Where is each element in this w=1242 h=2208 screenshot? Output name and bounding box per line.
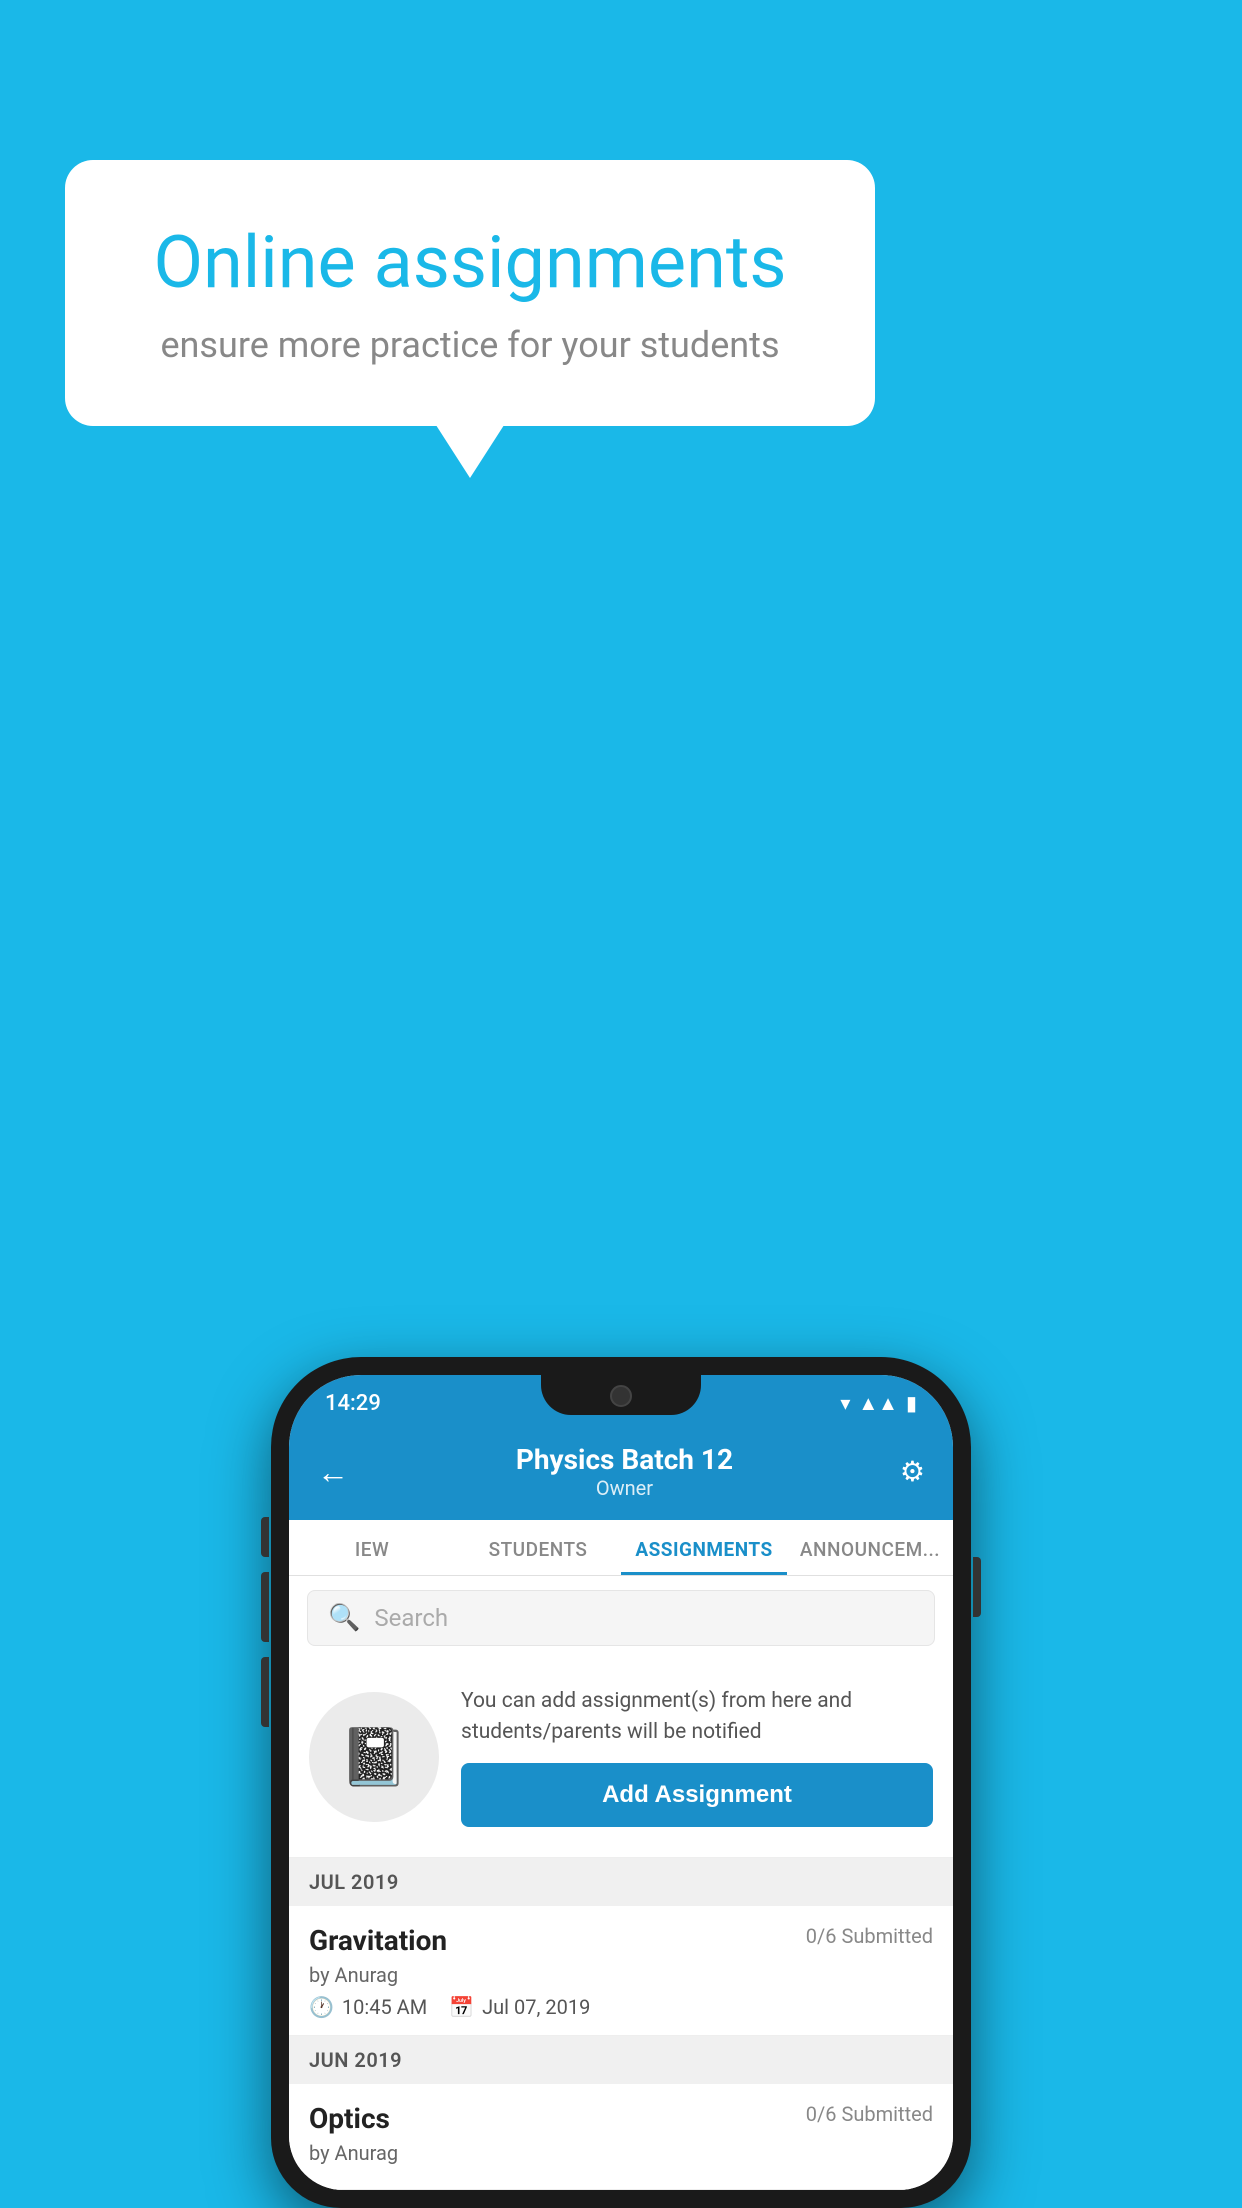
header-title: Physics Batch 12	[516, 1443, 733, 1476]
phone-notch	[541, 1375, 701, 1415]
assignment-icon-circle: 📓	[309, 1692, 439, 1822]
search-bar[interactable]: 🔍 Search	[307, 1590, 935, 1646]
assignment-meta-gravitation: 🕐 10:45 AM 📅 Jul 07, 2019	[309, 1995, 933, 2019]
signal-icon: ▲▲	[858, 1391, 898, 1416]
phone-mockup: 14:29 ▾ ▲▲ ▮ ← Physics Batch 12 Owner ⚙ …	[271, 1357, 971, 2208]
volume-up-button	[261, 1517, 269, 1557]
tab-overview[interactable]: IEW	[289, 1520, 455, 1575]
silent-button	[261, 1657, 269, 1727]
search-container: 🔍 Search	[289, 1576, 953, 1660]
phone-outer: 14:29 ▾ ▲▲ ▮ ← Physics Batch 12 Owner ⚙ …	[271, 1357, 971, 2208]
assignment-date-value: Jul 07, 2019	[482, 1995, 590, 2019]
assignment-time-value: 10:45 AM	[342, 1995, 427, 2019]
status-icons: ▾ ▲▲ ▮	[840, 1391, 917, 1416]
assignment-by-gravitation: by Anurag	[309, 1963, 933, 1987]
back-button[interactable]: ←	[317, 1453, 349, 1491]
front-camera	[610, 1385, 632, 1407]
assignment-submitted-optics: 0/6 Submitted	[806, 2102, 933, 2126]
volume-down-button	[261, 1572, 269, 1642]
assignment-row-top-optics: Optics 0/6 Submitted	[309, 2102, 933, 2135]
bubble-subtitle: ensure more practice for your students	[135, 324, 805, 366]
assignment-name-optics: Optics	[309, 2102, 390, 2135]
wifi-icon: ▾	[840, 1391, 850, 1415]
tab-students[interactable]: STUDENTS	[455, 1520, 621, 1575]
assignment-submitted-gravitation: 0/6 Submitted	[806, 1924, 933, 1948]
app-header: ← Physics Batch 12 Owner ⚙	[289, 1427, 953, 1520]
phone-screen: 14:29 ▾ ▲▲ ▮ ← Physics Batch 12 Owner ⚙ …	[289, 1375, 953, 2190]
assignment-time: 🕐 10:45 AM	[309, 1995, 427, 2019]
battery-icon: ▮	[906, 1391, 917, 1415]
add-assignment-description: You can add assignment(s) from here and …	[461, 1686, 933, 1747]
section-header-jun2019: JUN 2019	[289, 2036, 953, 2084]
tabs-bar: IEW STUDENTS ASSIGNMENTS ANNOUNCEM...	[289, 1520, 953, 1576]
assignment-by-optics: by Anurag	[309, 2141, 933, 2165]
section-header-jul2019: JUL 2019	[289, 1858, 953, 1906]
tab-assignments[interactable]: ASSIGNMENTS	[621, 1520, 787, 1575]
speech-bubble-container: Online assignments ensure more practice …	[65, 160, 875, 426]
power-button	[973, 1557, 981, 1617]
clock-icon: 🕐	[309, 1995, 334, 2019]
header-subtitle: Owner	[516, 1476, 733, 1500]
header-center: Physics Batch 12 Owner	[516, 1443, 733, 1500]
assignment-item-gravitation[interactable]: Gravitation 0/6 Submitted by Anurag 🕐 10…	[289, 1906, 953, 2036]
search-icon: 🔍	[328, 1603, 360, 1633]
assignment-row-top: Gravitation 0/6 Submitted	[309, 1924, 933, 1957]
status-time: 14:29	[325, 1391, 381, 1416]
settings-button[interactable]: ⚙	[900, 1455, 925, 1488]
add-assignment-right: You can add assignment(s) from here and …	[461, 1686, 933, 1827]
notebook-icon: 📓	[339, 1724, 409, 1790]
bubble-title: Online assignments	[135, 220, 805, 306]
add-assignment-section: 📓 You can add assignment(s) from here an…	[289, 1660, 953, 1858]
assignment-name-gravitation: Gravitation	[309, 1924, 447, 1957]
search-placeholder: Search	[374, 1604, 448, 1632]
calendar-icon: 📅	[449, 1995, 474, 2019]
speech-bubble: Online assignments ensure more practice …	[65, 160, 875, 426]
add-assignment-button[interactable]: Add Assignment	[461, 1763, 933, 1827]
assignment-date: 📅 Jul 07, 2019	[449, 1995, 590, 2019]
tab-announcements[interactable]: ANNOUNCEM...	[787, 1520, 953, 1575]
assignment-item-optics[interactable]: Optics 0/6 Submitted by Anurag	[289, 2084, 953, 2190]
